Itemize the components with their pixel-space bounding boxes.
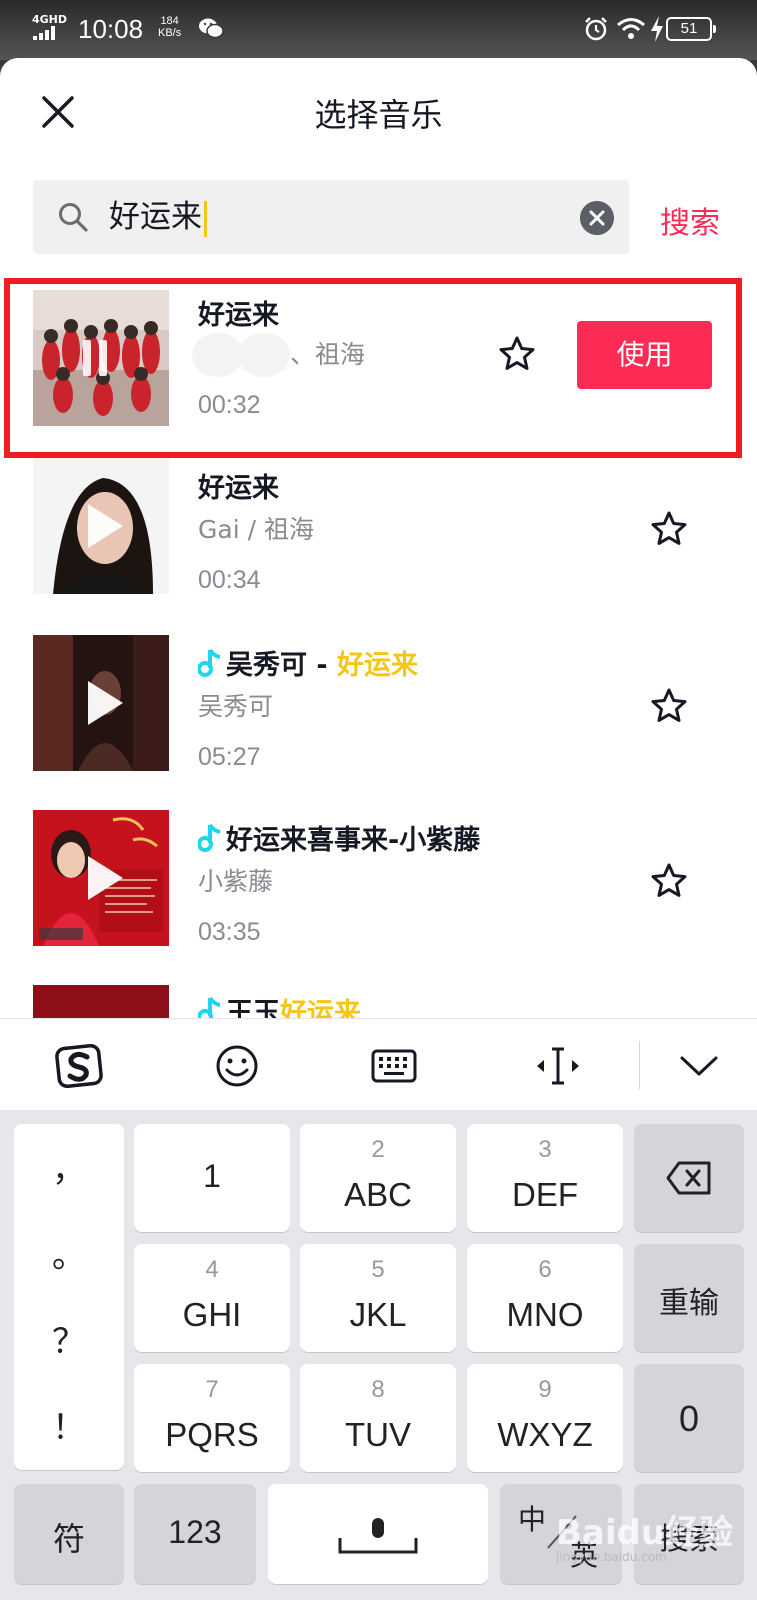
- punctuation-column[interactable]: ， 。 ？ ！: [14, 1124, 124, 1470]
- highlight-frame: [4, 278, 742, 458]
- search-value[interactable]: 好运来: [109, 196, 207, 238]
- favorite-star-icon[interactable]: [650, 862, 688, 900]
- key-5-jkl[interactable]: 5 JKL: [300, 1244, 456, 1352]
- page-title: 选择音乐: [314, 97, 443, 133]
- song-duration: 03:35: [198, 918, 261, 946]
- key-2-abc[interactable]: 2 ABC: [300, 1124, 456, 1232]
- key-0[interactable]: 0: [634, 1364, 744, 1472]
- clock: 10:08: [78, 14, 144, 44]
- punct-comma[interactable]: ，: [14, 1142, 124, 1191]
- song-item[interactable]: 好运来 Gai / 祖海 00:34: [0, 458, 757, 628]
- key-6-mno[interactable]: 6 MNO: [467, 1244, 623, 1352]
- song-cover[interactable]: [33, 810, 169, 946]
- backspace-key[interactable]: [634, 1124, 744, 1232]
- song-item[interactable]: 好运来喜事来-小紫藤 小紫藤 03:35: [0, 810, 757, 980]
- retype-key[interactable]: 重输: [634, 1244, 744, 1352]
- search-button[interactable]: 搜索: [660, 198, 720, 242]
- key-4-ghi[interactable]: 4 GHI: [134, 1244, 290, 1352]
- cursor-move-icon[interactable]: [533, 1041, 583, 1091]
- collapse-chevron-icon[interactable]: [674, 1041, 724, 1091]
- music-note-icon: [198, 823, 221, 852]
- text-caret: [204, 200, 207, 237]
- network-type: 4GHD: [32, 13, 68, 26]
- song-item[interactable]: 王玉好运来: [0, 985, 757, 1020]
- key-9-wxyz[interactable]: 9 WXYZ: [467, 1364, 623, 1472]
- search-icon: [59, 203, 88, 232]
- search-input[interactable]: 好运来: [33, 180, 629, 254]
- song-duration: 05:27: [198, 743, 261, 771]
- toolbar-divider: [639, 1041, 640, 1089]
- music-picker-sheet: 选择音乐 好运来 搜索 好运来 、祖海 00:32 使用 好运来 Gai / 祖…: [0, 58, 757, 1020]
- alarm-icon: [585, 17, 607, 41]
- song-cover[interactable]: [33, 635, 169, 771]
- keyboard-icon[interactable]: [369, 1041, 419, 1091]
- keyboard-toolbar: [0, 1018, 757, 1110]
- song-item[interactable]: 吴秀可 - 好运来 吴秀可 05:27: [0, 635, 757, 805]
- music-note-icon: [198, 648, 221, 677]
- clear-icon[interactable]: [580, 201, 614, 235]
- key-1[interactable]: 1: [134, 1124, 290, 1232]
- punct-question[interactable]: ？: [14, 1314, 124, 1363]
- key-3-def[interactable]: 3 DEF: [467, 1124, 623, 1232]
- song-artist: 小紫藤: [198, 867, 274, 896]
- emoji-icon[interactable]: [212, 1041, 262, 1091]
- favorite-star-icon[interactable]: [650, 510, 688, 548]
- key-8-tuv[interactable]: 8 TUV: [300, 1364, 456, 1472]
- song-cover[interactable]: [33, 458, 169, 594]
- song-artist: 吴秀可: [198, 692, 274, 721]
- charging-icon: [651, 16, 663, 42]
- network-speed: 184 KB/s: [158, 15, 182, 39]
- song-artist: Gai / 祖海: [198, 515, 314, 544]
- music-note-icon: [198, 996, 221, 1020]
- status-bar: 4GHD 10:08 184 KB/s 51: [0, 0, 757, 60]
- numbers-key[interactable]: 123: [134, 1484, 256, 1584]
- song-cover[interactable]: [33, 985, 169, 1020]
- wifi-icon: [617, 18, 645, 39]
- song-title: 好运来喜事来-小紫藤: [198, 818, 480, 857]
- punct-period[interactable]: 。: [14, 1228, 124, 1277]
- favorite-star-icon[interactable]: [650, 687, 688, 725]
- punct-exclaim[interactable]: ！: [14, 1400, 124, 1449]
- baidu-watermark: Baidu经验 jingyan.baidu.com: [556, 1513, 734, 1564]
- backspace-icon: [666, 1161, 711, 1195]
- song-duration: 00:34: [198, 566, 261, 594]
- song-title: 好运来: [198, 473, 279, 504]
- microphone-icon: [338, 1518, 418, 1554]
- song-title: 吴秀可 - 好运来: [198, 643, 418, 682]
- space-key[interactable]: [268, 1484, 488, 1584]
- sogou-logo-icon[interactable]: [54, 1041, 104, 1091]
- battery-icon: 51: [666, 17, 716, 41]
- key-7-pqrs[interactable]: 7 PQRS: [134, 1364, 290, 1472]
- symbols-key[interactable]: 符: [14, 1484, 124, 1584]
- wechat-icon: [199, 18, 224, 39]
- song-title: 王玉好运来: [198, 991, 361, 1020]
- signal-icon: [33, 26, 55, 40]
